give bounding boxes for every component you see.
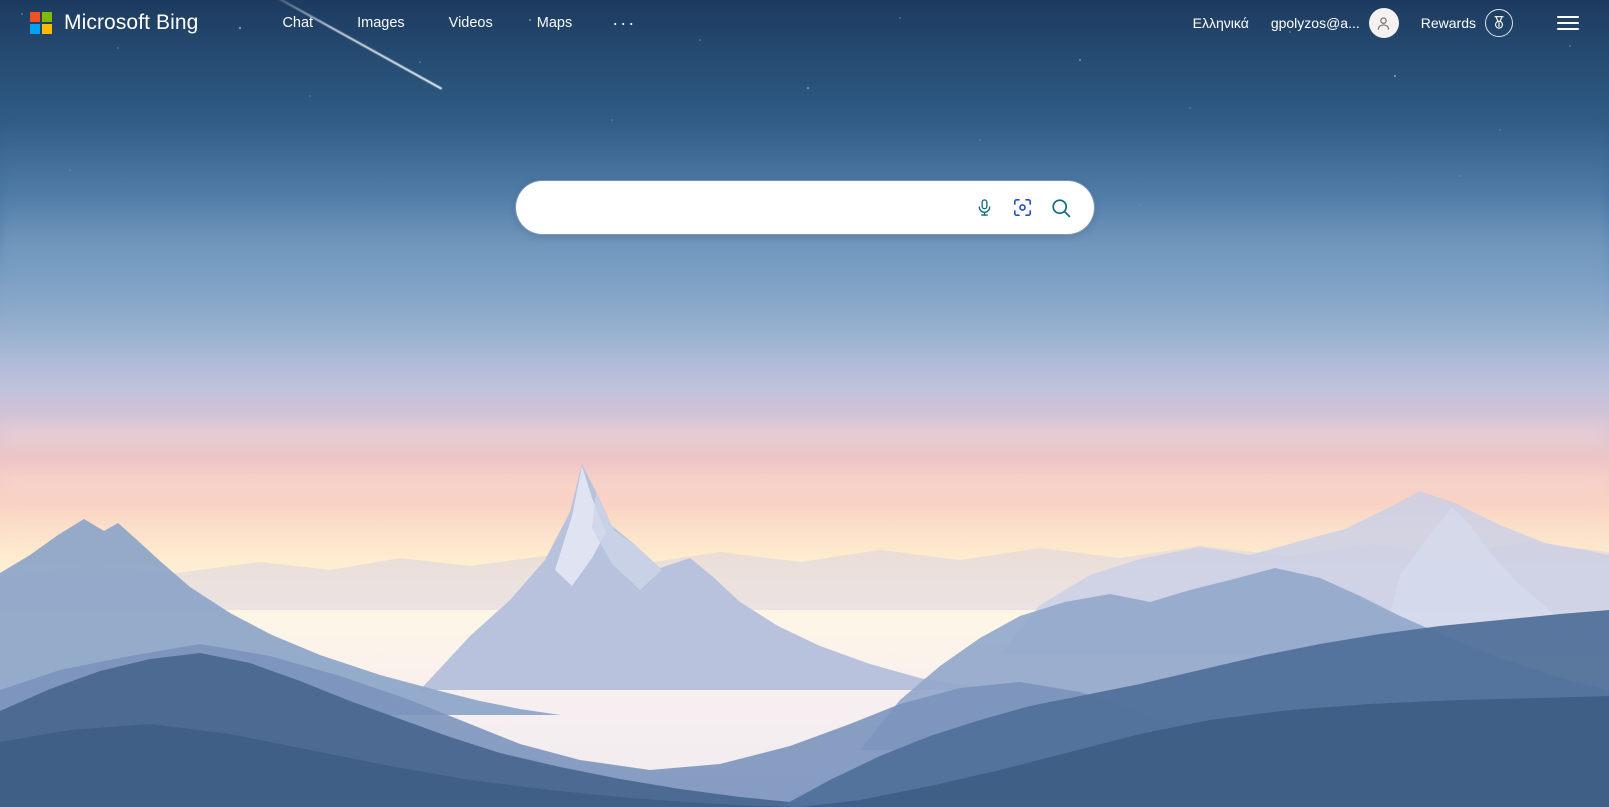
visual-search-camera-icon[interactable]: [1004, 189, 1042, 227]
language-selector[interactable]: Ελληνικά: [1183, 9, 1259, 37]
hamburger-bar-3: [1557, 28, 1579, 30]
medal-icon: [1485, 9, 1513, 37]
hamburger-bar-1: [1557, 16, 1579, 18]
mountain-layer-bottom: [0, 690, 1609, 807]
search-box[interactable]: [515, 181, 1094, 234]
rewards-label: Rewards: [1420, 15, 1476, 31]
primary-navigation: Chat Images Videos Maps ···: [260, 9, 654, 37]
brand-title: Microsoft Bing: [64, 11, 199, 34]
logo-square-blue: [30, 24, 40, 34]
person-avatar-icon: [1368, 8, 1399, 38]
microsoft-logo-icon: [30, 12, 52, 34]
hamburger-menu-icon[interactable]: [1549, 6, 1587, 40]
nav-maps[interactable]: Maps: [515, 9, 594, 37]
nav-chat[interactable]: Chat: [260, 9, 335, 37]
atmospheric-haze: [0, 120, 1609, 350]
site-header: Microsoft Bing Chat Images Videos Maps ·…: [0, 0, 1609, 46]
background-scene: [0, 0, 1609, 807]
account-button[interactable]: gpolyzos@a...: [1259, 4, 1407, 42]
rewards-button[interactable]: Rewards: [1407, 5, 1523, 41]
header-right-cluster: Ελληνικά gpolyzos@a... Rewards: [1183, 4, 1587, 42]
nav-videos[interactable]: Videos: [427, 9, 515, 37]
search-input[interactable]: [541, 181, 966, 234]
hamburger-bar-2: [1557, 22, 1579, 24]
search-area: [0, 181, 1609, 234]
search-magnifier-icon[interactable]: [1042, 189, 1080, 227]
bing-brand-link[interactable]: Microsoft Bing: [30, 11, 198, 35]
logo-square-red: [30, 12, 40, 22]
account-name-label: gpolyzos@a...: [1270, 15, 1360, 31]
nav-more-ellipsis-icon[interactable]: ···: [594, 12, 654, 34]
logo-square-yellow: [42, 24, 52, 34]
logo-square-green: [42, 12, 52, 22]
nav-images[interactable]: Images: [335, 9, 427, 37]
microphone-icon[interactable]: [966, 189, 1004, 227]
